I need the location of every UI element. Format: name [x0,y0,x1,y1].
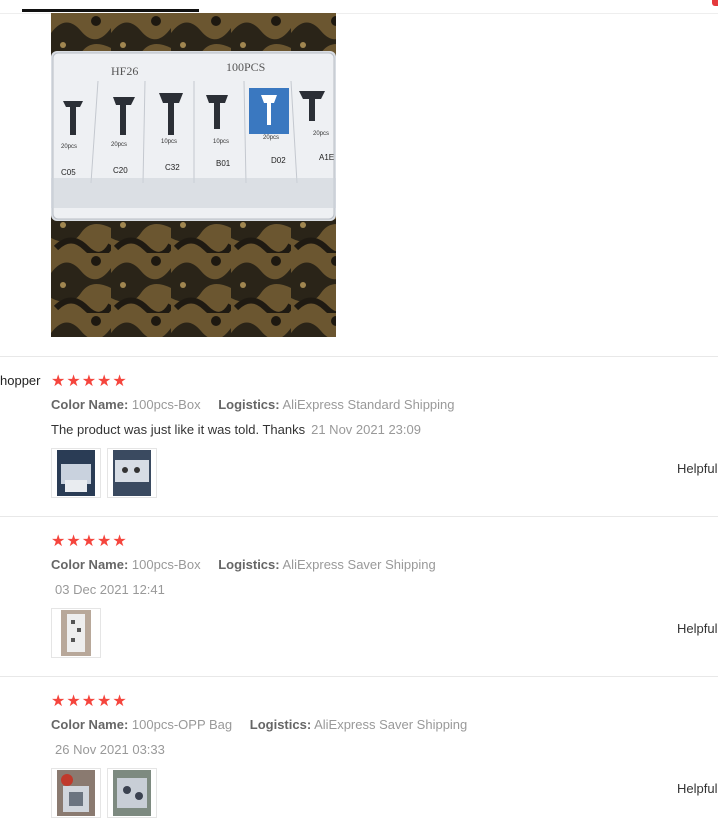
color-name-value: 100pcs-OPP Bag [131,717,233,732]
logistics-label: Logistics: [218,557,280,572]
logistics-label: Logistics: [249,717,312,732]
thumbnail-image [57,770,95,816]
logistics-value: AliExpress Standard Shipping [282,397,455,412]
corner-badge [712,0,718,6]
review-item: ★★★★★ Color Name: 100pcs-Box Logistics: … [0,516,718,677]
review-sku-info: Color Name: 100pcs-OPP Bag Logistics: Al… [51,717,467,732]
compartment-code: C20 [113,166,128,175]
helpful-button[interactable]: Helpful [677,781,718,796]
active-tab-indicator [22,9,199,12]
compartment-code: A1E [319,153,334,162]
compartment-qty: 10pcs [161,139,177,145]
review-sku-info: Color Name: 100pcs-Box Logistics: AliExp… [51,557,436,572]
review-item: ★★★★★ Color Name: 100pcs-OPP Bag Logisti… [0,676,718,826]
logistics-value: AliExpress Saver Shipping [282,557,436,572]
color-name-value: 100pcs-Box [131,557,201,572]
color-name-label: Color Name: [51,397,129,412]
color-name-value: 100pcs-Box [131,397,201,412]
review-thumbnails [51,448,157,498]
review-thumbnail[interactable] [107,448,157,498]
color-name-label: Color Name: [51,717,129,732]
review-sku-info: Color Name: 100pcs-Box Logistics: AliExp… [51,397,455,412]
review-thumbnail[interactable] [51,448,101,498]
thumbnail-image [61,610,91,656]
compartment-qty: 20pcs [61,144,77,150]
thumbnail-image [113,450,151,496]
star-rating: ★★★★★ [51,693,128,710]
compartment-qty: 20pcs [263,135,279,141]
top-nav-bar [0,0,718,14]
review-thumbnail[interactable] [107,768,157,818]
thumbnail-image [57,450,95,496]
review-item: hopper ★★★★★ Color Name: 100pcs-Box Logi… [0,356,718,517]
compartment-code: D02 [271,156,286,165]
logistics-label: Logistics: [218,397,280,412]
color-name-label: Color Name: [51,557,129,572]
helpful-button[interactable]: Helpful [677,621,718,636]
compartment-qty: 20pcs [313,131,329,137]
box-label-right: 100PCS [226,60,265,74]
review-thumbnail[interactable] [51,768,101,818]
star-rating: ★★★★★ [51,373,128,390]
review-thumbnail[interactable] [51,608,101,658]
compartment-code: C32 [165,163,180,172]
logistics-value: AliExpress Saver Shipping [314,717,468,732]
thumbnail-image [113,770,151,816]
review-thumbnails [51,608,101,658]
reviewer-name: hopper [0,373,41,388]
compartment-qty: 10pcs [213,139,229,145]
review-date: 21 Nov 2021 23:09 [311,422,421,437]
review-date: 26 Nov 2021 03:33 [55,742,165,757]
review-thumbnails [51,768,157,818]
review-text-row: The product was just like it was told. T… [51,422,421,437]
star-rating: ★★★★★ [51,533,128,550]
helpful-button[interactable]: Helpful [677,461,718,476]
review-text: The product was just like it was told. T… [51,422,306,437]
box-label-left: HF26 [111,64,138,78]
review-date: 03 Dec 2021 12:41 [55,582,165,597]
review-photo-large[interactable]: HF26 100PCS 20pcs 20pcs 10pcs 10pcs 20pc… [51,13,336,337]
parts-box-photo: HF26 100PCS 20pcs 20pcs 10pcs 10pcs 20pc… [51,13,336,337]
compartment-code: C05 [61,168,76,177]
compartment-code: B01 [216,159,231,168]
compartment-qty: 20pcs [111,142,127,148]
